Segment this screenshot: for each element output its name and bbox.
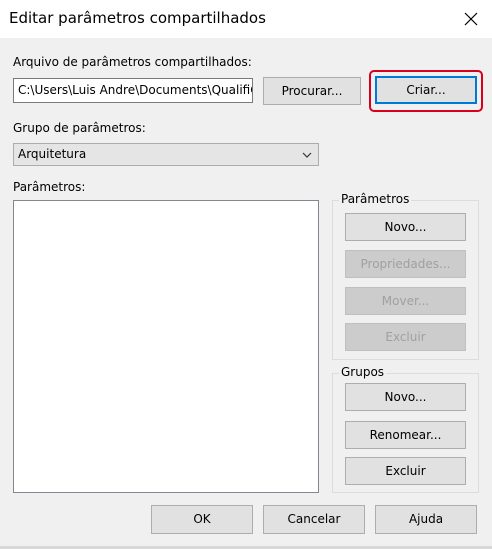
parameter-properties-button[interactable]: Propriedades... bbox=[345, 250, 466, 278]
parameter-group-label: Grupo de parâmetros: bbox=[13, 121, 146, 135]
chevron-down-icon bbox=[302, 152, 312, 158]
delete-parameter-button[interactable]: Excluir bbox=[345, 323, 466, 351]
parameter-group-value: Arquitetura bbox=[18, 147, 87, 161]
parameters-list[interactable] bbox=[13, 200, 319, 493]
delete-group-button[interactable]: Excluir bbox=[345, 457, 466, 485]
parameter-group-select[interactable]: Arquitetura bbox=[13, 143, 319, 166]
create-button[interactable]: Criar... bbox=[375, 76, 477, 104]
shared-file-path-field[interactable]: C:\Users\Luis Andre\Documents\QualifiC bbox=[13, 78, 253, 103]
shared-file-label: Arquivo de parâmetros compartilhados: bbox=[13, 55, 252, 69]
help-button[interactable]: Ajuda bbox=[375, 505, 477, 534]
move-parameter-button[interactable]: Mover... bbox=[345, 287, 466, 315]
parameters-label: Parâmetros: bbox=[13, 180, 86, 194]
close-icon[interactable] bbox=[458, 6, 484, 32]
new-parameter-button[interactable]: Novo... bbox=[345, 213, 466, 241]
ok-button[interactable]: OK bbox=[151, 505, 253, 534]
parameters-groupbox-legend: Parâmetros bbox=[339, 192, 412, 206]
cancel-button[interactable]: Cancelar bbox=[263, 505, 365, 534]
rename-group-button[interactable]: Renomear... bbox=[345, 421, 466, 449]
new-group-button[interactable]: Novo... bbox=[345, 383, 466, 411]
groups-groupbox-legend: Grupos bbox=[339, 365, 387, 379]
dialog-title: Editar parâmetros compartilhados bbox=[9, 9, 266, 27]
browse-button[interactable]: Procurar... bbox=[263, 77, 361, 105]
